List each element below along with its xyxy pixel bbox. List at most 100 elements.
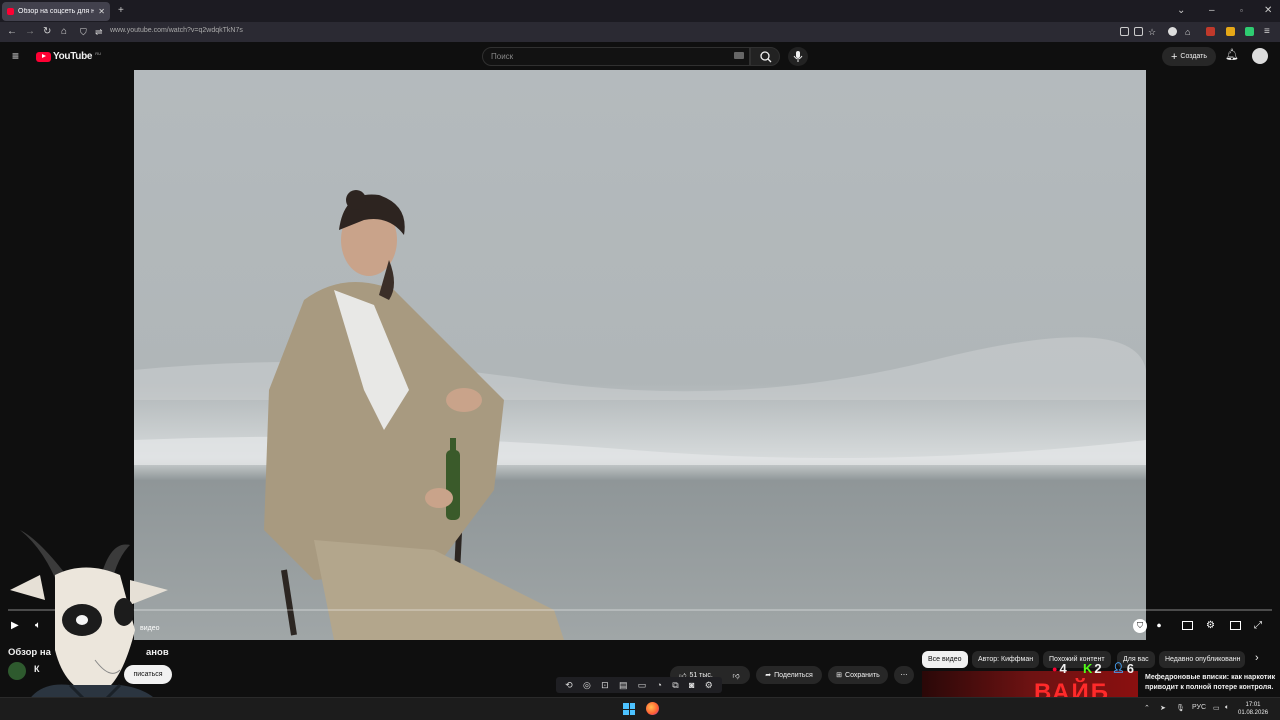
thumbs-down-icon: 👎︎ [732,672,740,680]
broadcast-icon[interactable]: ◎ [583,680,591,691]
windows-start-icon[interactable] [623,703,635,715]
close-tab-icon[interactable]: ✕ [98,7,105,16]
youtube-logo[interactable]: YouTube RU [36,51,101,62]
more-actions-button[interactable]: ⋯ [894,666,914,684]
settings-gear-icon[interactable]: ⚙ [1206,619,1215,633]
subtitles-icon[interactable] [1182,621,1193,630]
save-label: Сохранить [845,671,880,679]
gear-icon[interactable]: ⚙ [705,680,713,691]
recommendation-title[interactable]: Мефедроновые вписки: как наркотик привод… [1145,673,1277,692]
total-viewers-count: 6 [1126,661,1134,676]
youtube-icon: ● [1052,663,1058,674]
save-button[interactable]: ⊞ Сохранить [828,666,888,684]
speed-icon[interactable]: ◔ [657,680,662,690]
avatar[interactable] [1252,48,1268,64]
browser-tab[interactable]: Обзор на соцсеть для наркома ✕ [2,2,110,21]
logo-text: YouTube [53,51,93,62]
guide-menu-icon[interactable]: ≡ [12,49,19,63]
dislike-button[interactable]: 👎︎ [722,666,750,684]
volume-icon[interactable]: 🔈︎ [1225,704,1229,712]
extension-icon[interactable] [1120,27,1129,36]
extension-icon[interactable] [1226,27,1235,36]
repeat-icon[interactable]: ⟲ [565,680,573,691]
share-label: Поделиться [774,671,813,679]
progress-bar[interactable] [8,609,1272,611]
save-playlist-icon: ⊞ [836,672,843,679]
extension-icon[interactable] [1168,27,1177,36]
display-icon[interactable]: ▭ [1213,704,1220,712]
voice-search-button[interactable] [788,47,808,66]
new-tab-button[interactable]: + [118,4,124,18]
browser-nav-bar: ← → ↻ ⌂ ⛉ ⇌ www.youtube.com/watch?v=q2wd… [0,22,1280,42]
home-icon[interactable]: ⌂ [61,25,67,39]
notifications-bell-icon[interactable]: 🔔︎ [1225,48,1239,61]
back-arrow-icon[interactable]: ← [7,25,17,39]
search-button[interactable] [750,47,780,66]
youtube-favicon-icon [7,8,14,15]
create-label: Создать [1180,53,1208,60]
search-icon [760,51,772,63]
menu-hamburger-icon[interactable]: ≡ [1264,25,1270,39]
more-dots-icon: ⋯ [900,672,908,679]
view-icon[interactable]: ⊡ [601,680,609,691]
youtube-viewers-count: 4 [1059,661,1067,676]
forward-arrow-icon[interactable]: → [25,25,35,39]
crop-icon[interactable]: ▭ [638,680,647,691]
reader-view-icon[interactable] [1134,27,1143,36]
floating-toolbar: ⟲ ◎ ⊡ ▤ ▭ ◔ ⧉ ◙ ⚙ [556,677,722,693]
share-arrow-icon: ➦ [765,672,772,679]
tab-title: Обзор на соцсеть для наркома [18,8,95,15]
site-info-icon[interactable]: ⇌ [95,25,103,39]
tray-chevron-icon[interactable]: ⌃ [1144,704,1150,712]
puzzle-icon[interactable]: ⌂ [1185,25,1190,39]
tab-list-chevron-icon[interactable]: ⌄ [1177,4,1185,18]
theater-mode-icon[interactable] [1230,621,1241,630]
fullscreen-icon[interactable]: ⤢ [1254,619,1262,633]
chevron-right-icon[interactable]: › [1255,652,1259,664]
chip-recent[interactable]: Недавно опубликованн [1159,651,1245,668]
search-input[interactable]: Поиск [482,47,750,66]
extension-icon[interactable] [1206,27,1215,36]
region-label: RU [95,51,101,56]
extension-icon[interactable] [1245,27,1254,36]
share-button[interactable]: ➦ Поделиться [756,666,822,684]
recommendation-thumbnail[interactable]: ВАЙБ [922,671,1138,698]
youtube-viewers-stat: ● 4 [1052,661,1067,676]
kick-viewers-count: 2 [1094,661,1102,676]
minimize-button[interactable]: – [1209,4,1215,18]
plus-icon: + [1170,50,1178,63]
film-icon[interactable]: ▤ [619,680,628,691]
shield-icon[interactable]: ⛉ [80,25,87,39]
shield-icon[interactable]: ⛉ [1133,619,1147,633]
video-frame [134,70,1146,640]
maximize-button[interactable]: ▫ [1240,4,1243,18]
create-button[interactable]: + Создать [1162,47,1216,66]
microphone-icon[interactable]: 🎙︎ [1176,704,1185,712]
video-player[interactable] [134,70,1146,640]
youtube-play-icon [36,51,51,62]
firefox-icon[interactable] [646,702,659,715]
bookmark-star-icon[interactable]: ☆ [1148,25,1156,39]
picture-in-picture-icon[interactable]: ⧉ [672,680,678,691]
clock-time: 17:01 [1245,702,1261,708]
keyboard-icon[interactable] [734,52,744,59]
screenshot-camera-icon[interactable]: ◙ [689,680,694,690]
total-viewers-stat: 👤︎ 6 [1112,661,1134,676]
autoplay-toggle-icon[interactable]: ⏺ [1157,619,1161,633]
thumbnail-text: ВАЙБ [1034,679,1110,698]
chip-author[interactable]: Автор: Киффман [972,651,1040,668]
chip-all-videos[interactable]: Все видео [922,651,968,668]
streamer-goat-avatar [10,530,168,720]
kick-viewers-stat: K 2 [1083,661,1102,676]
system-clock[interactable]: 17:01 01.08.2026 [1238,701,1268,717]
microphone-icon [793,51,803,62]
viewers-icon: 👤︎ [1112,663,1125,674]
language-indicator[interactable]: РУС [1192,704,1206,711]
clock-date: 01.08.2026 [1238,710,1269,716]
telegram-icon[interactable]: ➤ [1160,704,1166,712]
reload-icon[interactable]: ↻ [43,25,51,39]
windows-taskbar: ⌃ ➤ 🎙︎ РУС ▭ 🔈︎ 17:01 01.08.2026 [0,697,1280,720]
browser-tab-bar: Обзор на соцсеть для наркома ✕ + ⌄ – ▫ ✕ [0,0,1280,22]
url-field[interactable]: www.youtube.com/watch?v=q2wdqkTkN7s [110,27,243,34]
close-window-button[interactable]: ✕ [1264,4,1272,18]
